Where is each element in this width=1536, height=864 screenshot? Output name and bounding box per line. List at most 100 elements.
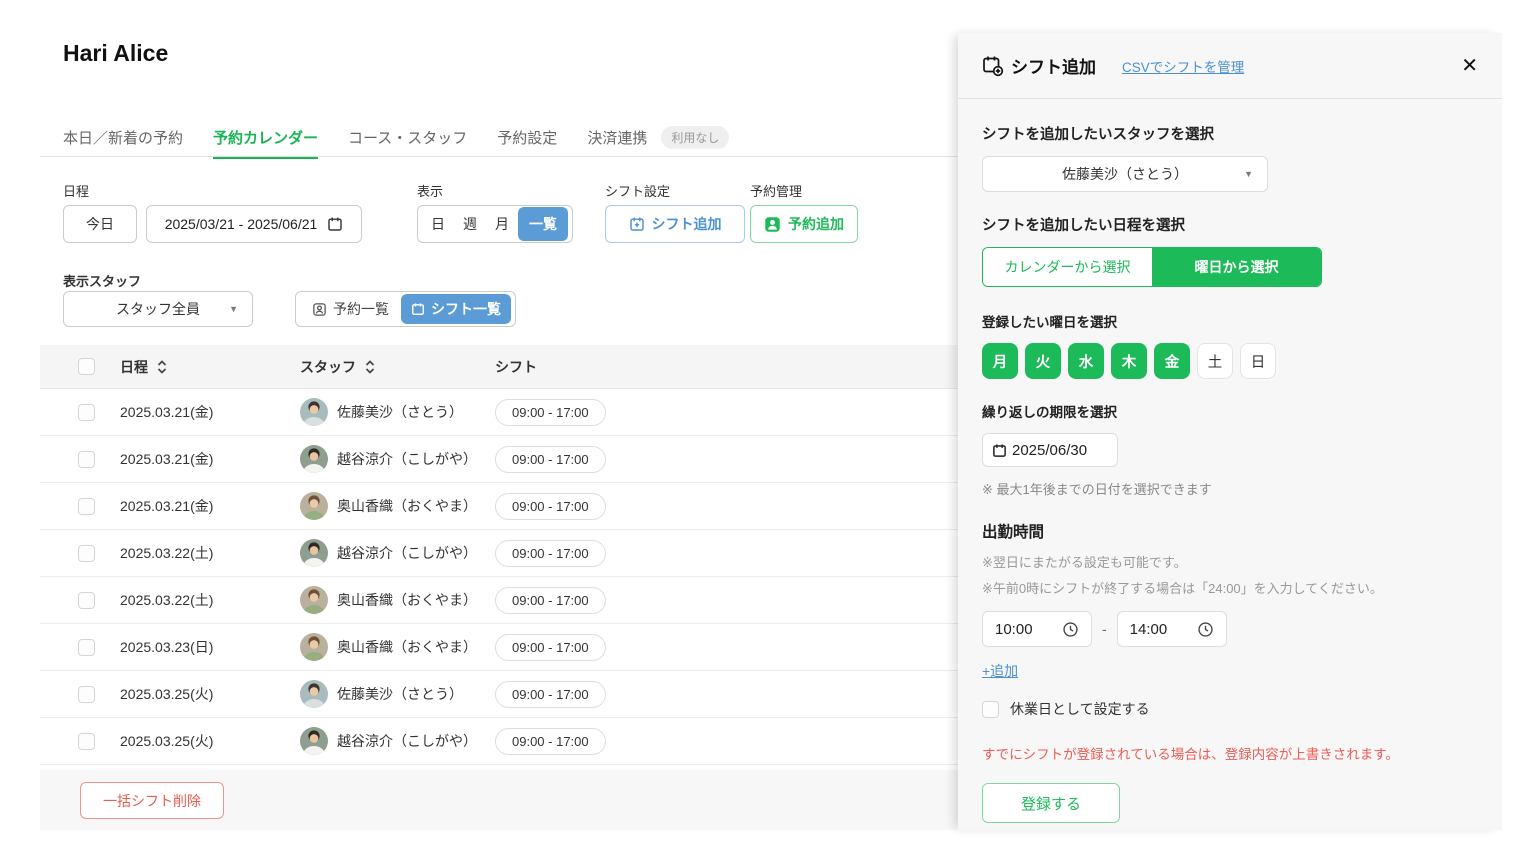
csv-manage-link[interactable]: CSVでシフトを管理 [1122, 56, 1244, 76]
row-checkbox[interactable] [78, 592, 95, 609]
shift-list-button[interactable]: シフト一覧 [401, 294, 511, 324]
tab-booking-settings[interactable]: 予約設定 [497, 127, 557, 148]
row-staff-name: 佐藤美沙（さとう） [337, 684, 463, 704]
column-header-date: 日程 [120, 357, 148, 377]
time-from-input[interactable]: 10:00 [982, 611, 1092, 647]
row-date: 2025.03.21(金) [120, 449, 300, 469]
weekday-sun-button[interactable]: 日 [1240, 343, 1276, 379]
tab-select-from-calendar[interactable]: カレンダーから選択 [983, 248, 1152, 286]
tab-payment-link[interactable]: 決済連携 [587, 127, 647, 148]
shift-setting-label: シフト設定 [605, 181, 670, 200]
weekday-mon-button[interactable]: 月 [982, 343, 1018, 379]
row-staff-name: 奥山香織（おくやま） [337, 590, 477, 610]
row-date: 2025.03.22(土) [120, 590, 300, 610]
avatar [300, 539, 328, 567]
view-option-month[interactable]: 月 [486, 214, 518, 234]
booking-add-button[interactable]: 予約追加 [750, 205, 858, 243]
work-time-note-2: ※午前0時にシフトが終了する場合は「24:00」を入力してください。 [982, 578, 1478, 597]
today-button[interactable]: 今日 [63, 205, 137, 243]
submit-button[interactable]: 登録する [982, 783, 1120, 823]
shift-add-button[interactable]: シフト追加 [605, 205, 745, 243]
row-staff-name: 越谷涼介（こしがや） [337, 543, 477, 563]
view-option-week[interactable]: 週 [454, 214, 486, 234]
staff-filter-dropdown[interactable]: スタッフ全員 ▼ [63, 291, 253, 327]
weekday-fri-button[interactable]: 金 [1154, 343, 1190, 379]
chevron-down-icon: ▼ [1244, 169, 1253, 179]
shift-time-pill: 09:00 - 17:00 [495, 446, 606, 473]
avatar [300, 398, 328, 426]
row-date: 2025.03.22(土) [120, 543, 300, 563]
repeat-deadline-input[interactable]: 2025/06/30 [982, 433, 1118, 467]
calendar-icon [327, 216, 343, 232]
tab-booking-calendar[interactable]: 予約カレンダー [213, 127, 318, 148]
table-row: 2025.03.21(金) 佐藤美沙（さとう） 09:00 - 17:00 [40, 389, 958, 436]
row-staff-name: 越谷涼介（こしがや） [337, 449, 477, 469]
column-header-staff: スタッフ [300, 357, 356, 377]
shift-add-panel: シフト追加 CSVでシフトを管理 ✕ シフトを追加したいスタッフを選択 佐藤美沙… [958, 33, 1502, 830]
table-row: 2025.03.22(土) 越谷涼介（こしがや） 09:00 - 17:00 [40, 530, 958, 577]
weekday-thu-button[interactable]: 木 [1111, 343, 1147, 379]
row-date: 2025.03.21(金) [120, 402, 300, 422]
overwrite-warning-text: すでにシフトが登録されている場合は、登録内容が上書きされます。 [982, 743, 1478, 763]
row-date: 2025.03.25(火) [120, 684, 300, 704]
table-row: 2025.03.22(土) 奥山香織（おくやま） 09:00 - 17:00 [40, 577, 958, 624]
weekday-wed-button[interactable]: 水 [1068, 343, 1104, 379]
weekday-select-label: 登録したい曜日を選択 [982, 311, 1478, 331]
sort-date-icon[interactable] [157, 359, 167, 375]
work-time-label: 出勤時間 [982, 520, 1478, 542]
row-checkbox[interactable] [78, 451, 95, 468]
tab-course-staff[interactable]: コース・スタッフ [348, 127, 467, 148]
bulk-shift-delete-label: 一括シフト削除 [103, 791, 201, 811]
row-staff-name: 奥山香織（おくやま） [337, 637, 477, 657]
sort-staff-icon[interactable] [365, 359, 375, 375]
view-mode-switcher: 日 週 月 一覧 [417, 205, 573, 243]
staff-selected-value: 佐藤美沙（さとう） [1062, 164, 1188, 184]
row-checkbox[interactable] [78, 686, 95, 703]
staff-select-dropdown[interactable]: 佐藤美沙（さとう） ▼ [982, 156, 1268, 192]
table-header-row: 日程 スタッフ シフト [40, 345, 958, 389]
person-card-icon [312, 302, 327, 317]
row-checkbox[interactable] [78, 545, 95, 562]
avatar [300, 445, 328, 473]
avatar [300, 680, 328, 708]
weekday-sat-button[interactable]: 土 [1197, 343, 1233, 379]
calendar-icon [992, 443, 1007, 458]
shift-time-pill: 09:00 - 17:00 [495, 399, 606, 426]
shift-table: 日程 スタッフ シフト 2025.03.21(金) 佐藤美沙（さとう） 09:0… [40, 345, 958, 765]
clock-icon [1062, 621, 1079, 638]
row-staff-name: 佐藤美沙（さとう） [337, 402, 463, 422]
time-to-input[interactable]: 14:00 [1117, 611, 1227, 647]
row-staff-name: 越谷涼介（こしがや） [337, 731, 477, 751]
date-filter-label: 日程 [63, 181, 89, 200]
row-checkbox[interactable] [78, 498, 95, 515]
row-checkbox[interactable] [78, 404, 95, 421]
view-option-list[interactable]: 一覧 [518, 207, 568, 241]
page-title: Hari Alice [63, 40, 168, 67]
panel-title: シフト追加 [1011, 53, 1096, 78]
repeat-deadline-value: 2025/06/30 [1012, 442, 1087, 459]
close-icon[interactable]: ✕ [1461, 56, 1478, 76]
holiday-checkbox-row: 休業日として設定する [982, 699, 1478, 719]
repeat-deadline-note: ※ 最大1年後までの日付を選択できます [982, 479, 1478, 498]
add-time-range-link[interactable]: +追加 [982, 661, 1018, 681]
avatar [300, 492, 328, 520]
select-all-checkbox[interactable] [78, 358, 95, 375]
booking-manage-label: 予約管理 [750, 181, 802, 200]
tab-today-new-bookings[interactable]: 本日／新着の予約 [63, 127, 183, 148]
tab-select-from-weekday[interactable]: 曜日から選択 [1152, 248, 1321, 286]
booking-list-button[interactable]: 予約一覧 [300, 299, 401, 319]
view-option-day[interactable]: 日 [422, 214, 454, 234]
row-checkbox[interactable] [78, 639, 95, 656]
time-range-separator: - [1102, 621, 1107, 637]
weekday-tue-button[interactable]: 火 [1025, 343, 1061, 379]
payment-unused-badge: 利用なし [661, 126, 729, 149]
staff-filter-label: 表示スタッフ [63, 271, 141, 290]
date-select-label: シフトを追加したい日程を選択 [982, 214, 1478, 235]
holiday-checkbox[interactable] [982, 701, 999, 718]
row-date: 2025.03.21(金) [120, 496, 300, 516]
table-row: 2025.03.25(火) 佐藤美沙（さとう） 09:00 - 17:00 [40, 671, 958, 718]
bulk-shift-delete-button[interactable]: 一括シフト削除 [80, 782, 224, 819]
table-row: 2025.03.21(金) 奥山香織（おくやま） 09:00 - 17:00 [40, 483, 958, 530]
date-range-input[interactable]: 2025/03/21 - 2025/06/21 [146, 205, 362, 243]
row-checkbox[interactable] [78, 733, 95, 750]
